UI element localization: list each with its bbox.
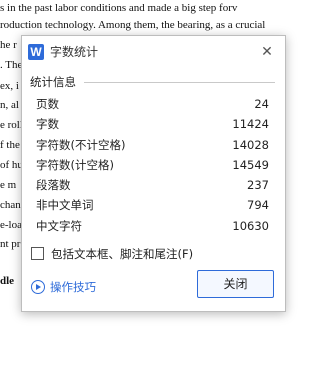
stat-label: 页数 xyxy=(36,97,59,111)
stat-value: 794 xyxy=(247,198,269,213)
stat-row-pages: 页数 24 xyxy=(36,94,269,114)
doc-line: roduction technology. Among them, the be… xyxy=(0,19,266,31)
doc-line: chan xyxy=(0,199,21,211)
stat-label: 字符数(不计空格) xyxy=(36,137,126,152)
stat-value: 14549 xyxy=(232,157,269,172)
stats-list: 页数 24 字数 11424 字符数(不计空格) 14028 字符数(计空格) … xyxy=(36,94,269,236)
include-checkbox-label[interactable]: 包括文本框、脚注和尾注(F) xyxy=(51,246,193,262)
stat-value: 11424 xyxy=(232,117,269,132)
stat-label: 中文字符 xyxy=(36,218,82,233)
tips-label[interactable]: 操作技巧 xyxy=(50,279,96,295)
include-checkbox[interactable] xyxy=(31,247,44,260)
stat-row-chinese-chars: 中文字符 10630 xyxy=(36,216,269,236)
doc-line: he r xyxy=(0,39,17,51)
stat-row-words: 字数 11424 xyxy=(36,114,269,134)
close-button[interactable]: 关闭 xyxy=(197,270,274,298)
stat-row-non-chinese-words: 非中文单词 794 xyxy=(36,195,269,215)
wps-writer-icon: W xyxy=(28,44,44,60)
section-divider xyxy=(84,82,275,83)
doc-line: e roll xyxy=(0,119,23,131)
doc-line: dle xyxy=(0,275,15,287)
stat-value: 10630 xyxy=(232,218,269,233)
doc-line: f the xyxy=(0,139,20,151)
close-icon[interactable]: ✕ xyxy=(259,44,275,60)
stat-row-chars-no-spaces: 字符数(不计空格) 14028 xyxy=(36,135,269,155)
doc-line: s in the past labor conditions and made … xyxy=(0,2,238,14)
play-circle-icon xyxy=(31,280,45,294)
stat-row-chars-with-spaces: 字符数(计空格) 14549 xyxy=(36,155,269,175)
doc-line: e m xyxy=(0,179,17,191)
word-count-dialog: W 字数统计 ✕ 统计信息 页数 24 字数 11424 字符数(不计空格) 1… xyxy=(21,35,286,312)
doc-line: nt pr xyxy=(0,238,21,250)
stat-value: 24 xyxy=(254,97,269,111)
dialog-titlebar[interactable]: W 字数统计 ✕ xyxy=(22,36,285,68)
stat-value: 14028 xyxy=(232,137,269,152)
stat-label: 字符数(计空格) xyxy=(36,157,114,172)
doc-line: ex, i xyxy=(0,80,19,92)
doc-line: e-loa xyxy=(0,219,22,231)
doc-line: n, al xyxy=(0,99,19,111)
stat-row-paragraphs: 段落数 237 xyxy=(36,175,269,195)
stat-label: 段落数 xyxy=(36,178,71,193)
section-title: 统计信息 xyxy=(30,75,76,89)
stat-value: 237 xyxy=(247,178,269,193)
stat-label: 字数 xyxy=(36,117,59,132)
dialog-title: 字数统计 xyxy=(50,45,99,59)
stat-label: 非中文单词 xyxy=(36,198,94,213)
doc-line: of hu xyxy=(0,159,23,171)
